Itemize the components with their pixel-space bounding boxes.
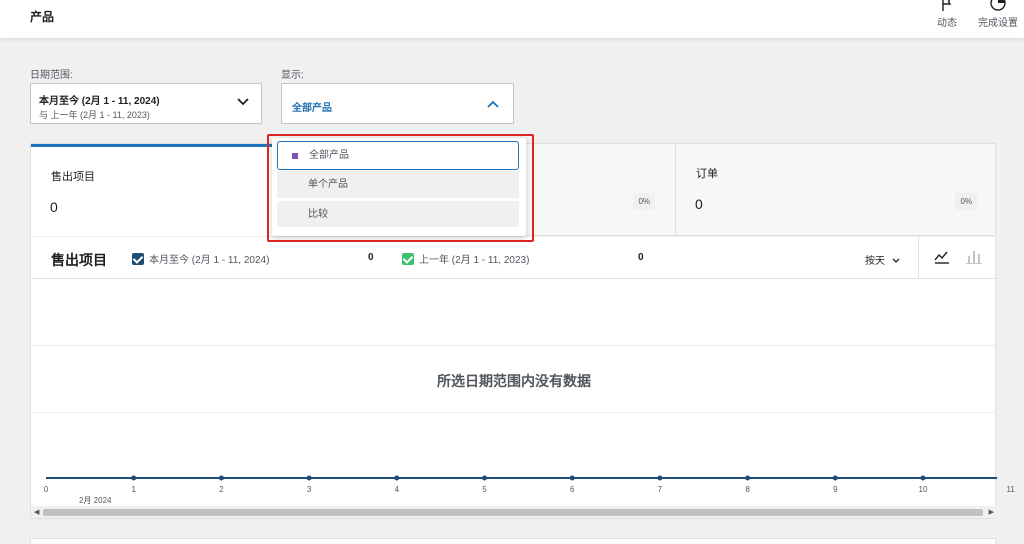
x-tick-label: 8 <box>745 485 750 494</box>
legend-previous-value: 0 <box>638 252 644 263</box>
legend-current-value: 0 <box>368 252 374 263</box>
interval-select[interactable]: 按天 <box>865 252 900 267</box>
page-title: 产品 <box>30 10 55 24</box>
show-label: 显示: <box>281 70 304 81</box>
date-range-compare: 与 上一年 (2月 1 - 11, 2023) <box>39 110 150 120</box>
chart-header: 售出项目 本月至今 (2月 1 - 11, 2024) 0 上一年 (2月 1 … <box>31 237 997 279</box>
highlight-box <box>267 134 534 242</box>
chevron-down-icon <box>237 98 249 106</box>
bar-chart-icon[interactable] <box>966 248 982 266</box>
date-range-value: 本月至今 (2月 1 - 11, 2024) <box>39 96 160 107</box>
x-tick-label: 9 <box>833 485 838 494</box>
x-tick-label: 4 <box>394 485 400 494</box>
chart-panel: 售出项目 本月至今 (2月 1 - 11, 2024) 0 上一年 (2月 1 … <box>30 237 1015 519</box>
next-panel <box>30 538 996 544</box>
horizontal-scrollbar[interactable]: ◀ ▶ <box>31 506 997 518</box>
grid-line <box>31 412 997 413</box>
series-point[interactable] <box>657 475 663 481</box>
chevron-down-icon <box>892 258 900 263</box>
checkbox-checked-icon[interactable] <box>132 253 144 265</box>
x-tick-label: 10 <box>918 485 928 494</box>
finish-setup-button[interactable]: 完成设置 <box>974 0 1022 29</box>
series-point[interactable] <box>745 475 751 481</box>
x-tick-label: 3 <box>306 485 312 494</box>
scrollbar-thumb[interactable] <box>43 509 983 516</box>
interval-value: 按天 <box>865 256 885 267</box>
legend-previous[interactable]: 上一年 (2月 1 - 11, 2023) <box>402 251 529 266</box>
x-tick-label: 7 <box>657 485 663 494</box>
series-point[interactable] <box>482 475 487 481</box>
x-axis-month-label: 2月 2024 <box>79 496 112 505</box>
top-bar: 产品 动态 完成设置 <box>0 0 1024 38</box>
date-range-label: 日期范围: <box>30 70 73 81</box>
x-tick-label: 5 <box>482 485 487 494</box>
chevron-up-icon <box>487 100 499 108</box>
x-tick-label: 11 <box>1006 485 1015 494</box>
legend-previous-label: 上一年 (2月 1 - 11, 2023) <box>419 255 530 266</box>
activity-button[interactable]: 动态 <box>923 0 971 29</box>
chart-title: 售出项目 <box>51 252 107 268</box>
series-point[interactable] <box>218 475 224 481</box>
series-point[interactable] <box>131 475 137 481</box>
finish-setup-label: 完成设置 <box>978 18 1018 29</box>
series-point[interactable] <box>569 475 575 481</box>
x-tick-label: 1 <box>131 485 136 494</box>
activity-label: 动态 <box>937 18 957 29</box>
summary-label: 售出项目 <box>51 171 95 183</box>
date-range-select[interactable]: 本月至今 (2月 1 - 11, 2024) 与 上一年 (2月 1 - 11,… <box>30 83 262 124</box>
line-chart-icon[interactable] <box>934 248 950 266</box>
x-tick-label: 6 <box>569 485 575 494</box>
x-tick-label: 2 <box>219 485 224 494</box>
series-point[interactable] <box>306 475 312 481</box>
divider <box>918 237 919 279</box>
summary-card-orders[interactable]: 订单 0 0% <box>675 144 997 236</box>
summary-value: 0 <box>50 199 58 215</box>
scroll-right-icon[interactable]: ▶ <box>989 508 994 516</box>
legend-current[interactable]: 本月至今 (2月 1 - 11, 2024) <box>132 251 269 266</box>
summary-value: 0 <box>695 196 703 212</box>
progress-circle-icon <box>990 0 1006 11</box>
summary-change-badge: 0% <box>955 193 977 210</box>
series-point[interactable] <box>832 475 838 481</box>
series-point[interactable] <box>394 475 400 481</box>
show-select[interactable]: 全部产品 <box>281 83 514 124</box>
chart-x-axis <box>46 475 997 481</box>
show-value: 全部产品 <box>292 103 332 114</box>
scroll-left-icon[interactable]: ◀ <box>34 508 39 516</box>
checkbox-checked-icon[interactable] <box>402 253 414 265</box>
summary-change-badge: 0% <box>633 193 655 210</box>
series-point[interactable] <box>920 475 926 481</box>
x-tick-label: 0 <box>43 485 49 494</box>
summary-label: 订单 <box>696 168 718 180</box>
grid-line <box>31 345 997 346</box>
no-data-message: 所选日期范围内没有数据 <box>437 373 591 389</box>
legend-current-label: 本月至今 (2月 1 - 11, 2024) <box>149 255 270 266</box>
flag-icon <box>942 0 952 11</box>
